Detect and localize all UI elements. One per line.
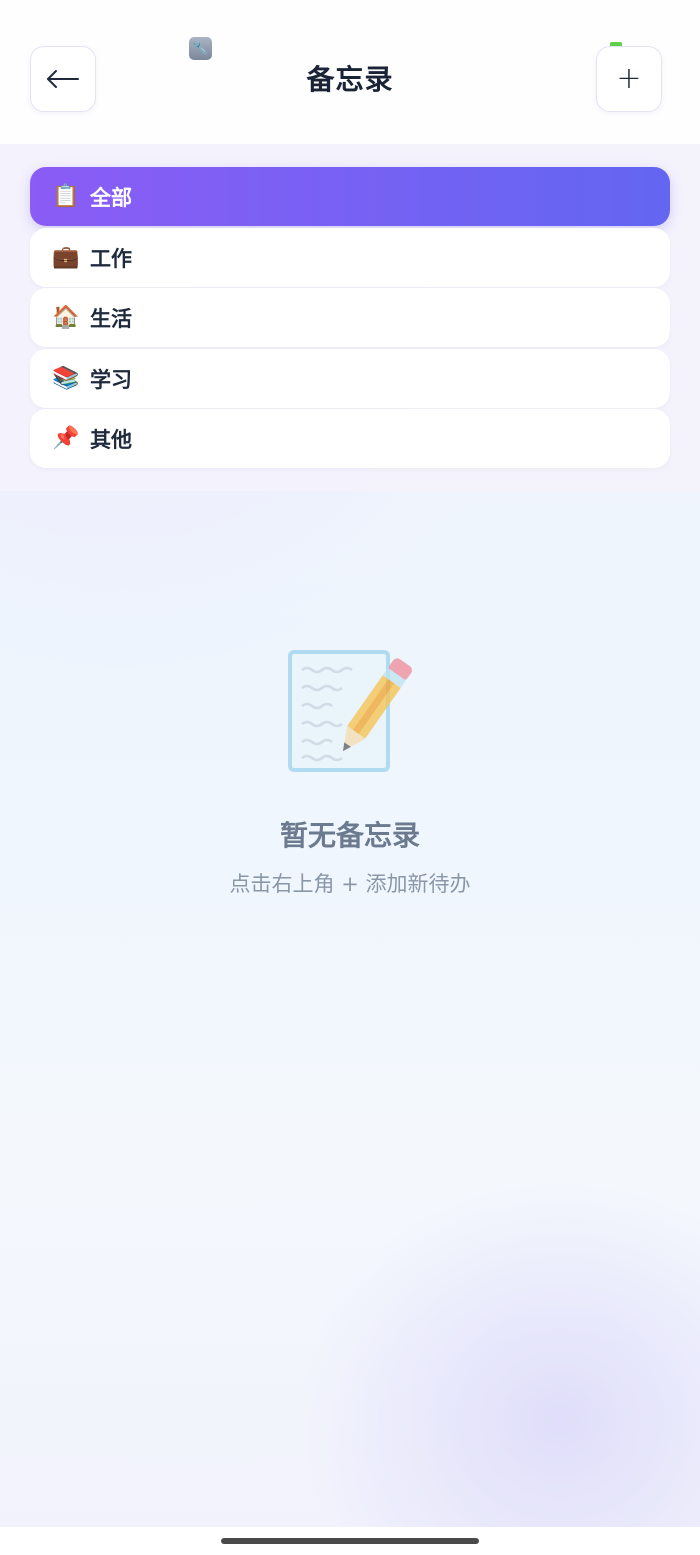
pushpin-icon: 📌 [52,425,80,451]
briefcase-icon: 💼 [52,244,80,270]
category-item-all[interactable]: 📋 全部 [30,167,670,226]
empty-state-hint: 点击右上角 + 添加新待办 [229,872,471,896]
category-item-life[interactable]: 🏠 生活 [30,288,670,347]
category-label: 生活 [90,306,132,331]
category-label: 学习 [90,367,132,392]
add-memo-button[interactable]: + [596,46,662,112]
category-label: 全部 [90,185,132,210]
plus-icon: + [616,61,642,96]
books-icon: 📚 [52,365,80,391]
top-header: 🔧 备忘录 + [0,0,700,144]
empty-state-title: 暂无备忘录 [279,819,420,852]
house-icon: 🏠 [52,304,80,330]
category-item-other[interactable]: 📌 其他 [30,409,670,468]
category-item-study[interactable]: 📚 学习 [30,349,670,408]
category-label: 工作 [90,246,132,271]
home-indicator[interactable] [221,1538,479,1544]
category-item-work[interactable]: 💼 工作 [30,228,670,287]
category-label: 其他 [90,427,132,452]
clipboard-icon: 📋 [52,183,80,209]
memo-pencil-icon [288,650,412,772]
wrench-icon: 🔧 [189,37,212,60]
page-title: 备忘录 [306,63,394,96]
